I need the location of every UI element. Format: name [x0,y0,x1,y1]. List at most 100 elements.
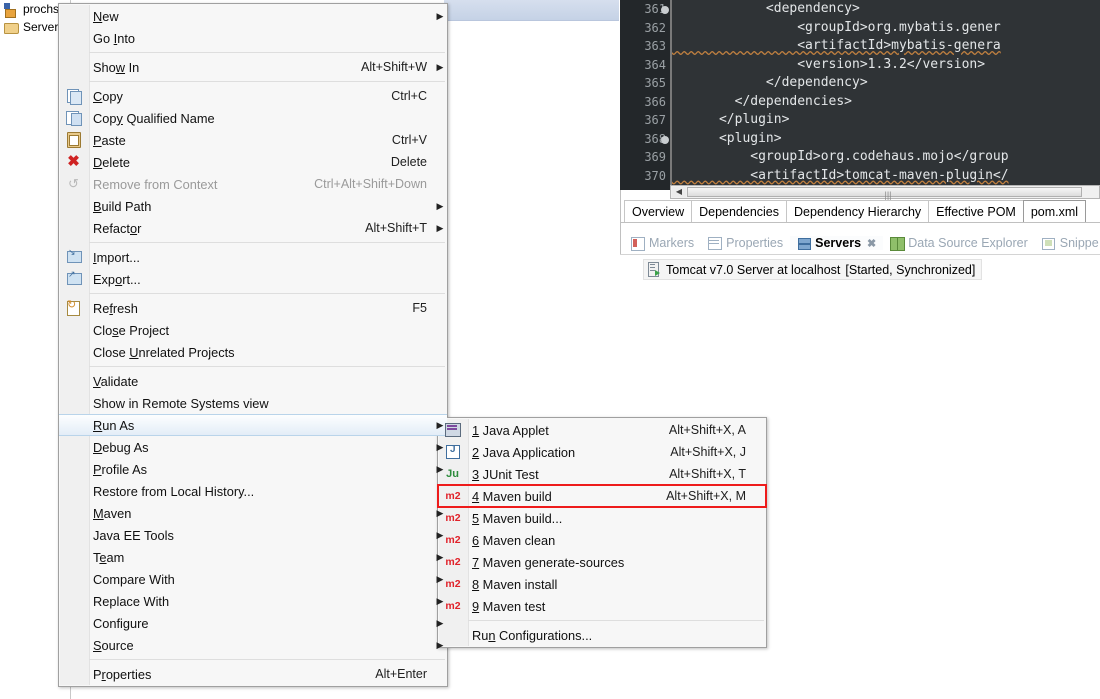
scrollbar-thumb[interactable]: ||| [687,187,1082,200]
menu-item-import[interactable]: Import... [59,246,447,268]
run-as-item-label: 4 Maven build [472,488,552,504]
line-number: 362 [644,20,666,35]
scroll-left-arrow-icon[interactable]: ◀ [672,187,686,197]
menu-item-label: Debug As [93,439,149,455]
tree-item-label: prochs [23,2,60,16]
view-tab-servers[interactable]: Servers ✖ [790,236,884,250]
run-as-item-maven-build[interactable]: m2 4 Maven build Alt+Shift+X, M [438,485,766,507]
page-tab-overview[interactable]: Overview [624,200,693,222]
view-tab-label: Servers [815,236,862,250]
menu-item-run-as[interactable]: Run As ▶ [59,414,447,436]
menu-item-no-icon [59,524,88,546]
code-line: <groupId>org.mybatis.gener [672,19,1001,35]
tabs-divider [620,222,1100,223]
java-applet-icon [438,419,467,441]
menu-separator [89,81,445,82]
menu-item-no-icon [59,341,88,363]
menu-item-label: Show in Remote Systems view [93,395,269,411]
menu-item-replace-with[interactable]: Replace With ▶ [59,590,447,612]
menu-item-label: Export... [93,271,141,287]
menu-item-restore-from-local-history[interactable]: Restore from Local History... [59,480,447,502]
menu-separator [468,620,764,621]
menu-item-debug-as[interactable]: Debug As ▶ [59,436,447,458]
view-tab-label: Data Source Explorer [908,236,1028,250]
editor-page-tabs[interactable]: Overview Dependencies Dependency Hierarchy… [624,200,1087,222]
menu-item-close-project[interactable]: Close Project [59,319,447,341]
run-as-item-maven-generate-sources[interactable]: m2 7 Maven generate-sources [438,551,766,573]
menu-item-go-into[interactable]: Go Into [59,27,447,49]
run-as-item-maven-install[interactable]: m2 8 Maven install [438,573,766,595]
menu-item-validate[interactable]: Validate [59,370,447,392]
page-tab-pom-xml[interactable]: pom.xml [1022,200,1087,222]
menu-item-delete[interactable]: Delete Delete [59,151,447,173]
menu-item-copy[interactable]: Copy Ctrl+C [59,85,447,107]
menu-item-show-in[interactable]: Show In Alt+Shift+W ▶ [59,56,447,78]
menu-item-compare-with[interactable]: Compare With ▶ [59,568,447,590]
run-as-submenu[interactable]: 1 Java Applet Alt+Shift+X, A 2 Java Applic… [437,417,767,648]
page-tab-effective-pom[interactable]: Effective POM [928,200,1024,222]
view-tab-markers[interactable]: Markers [624,236,701,251]
server-name-label: Tomcat v7.0 Server at localhost [666,262,841,277]
menu-item-refactor[interactable]: Refactor Alt+Shift+T ▶ [59,217,447,239]
code-fold-icon[interactable] [661,135,669,144]
line-number: 367 [644,113,666,127]
menu-item-maven[interactable]: Maven ▶ [59,502,447,524]
run-as-item-java-applet[interactable]: 1 Java Applet Alt+Shift+X, A [438,419,766,441]
view-tab-snippe[interactable]: Snippe [1035,236,1100,250]
menu-item-close-unrelated-projects[interactable]: Close Unrelated Projects [59,341,447,363]
menu-item-java-ee-tools[interactable]: Java EE Tools ▶ [59,524,447,546]
run-as-item-shortcut: Alt+Shift+X, A [668,423,746,437]
maven-m2-icon-label: m2 [445,490,461,502]
view-tab-data-source-explorer[interactable]: Data Source Explorer [883,236,1035,251]
menu-item-profile-as[interactable]: Profile As ▶ [59,458,447,480]
menu-item-refresh[interactable]: Refresh F5 [59,297,447,319]
run-as-item-run-configurations[interactable]: Run Configurations... [438,624,766,646]
menu-item-shortcut: Alt+Enter [375,667,427,681]
menu-item-paste[interactable]: Paste Ctrl+V [59,129,447,151]
close-icon[interactable]: ✖ [867,237,876,250]
menu-item-label: Team [93,549,125,565]
menu-item-new[interactable]: New ▶ [59,5,447,27]
menu-item-label: Close Unrelated Projects [93,344,235,360]
server-list-item[interactable]: Tomcat v7.0 Server at localhost [Started… [643,259,983,280]
menu-item-no-icon [59,392,88,414]
menu-item-configure[interactable]: Configure ▶ [59,612,447,634]
run-as-item-junit-test[interactable]: 3 JUnit Test Alt+Shift+X, T [438,463,766,485]
import-icon [59,246,88,268]
menu-item-label: Replace With [93,593,170,609]
page-tab-dependency-hierarchy[interactable]: Dependency Hierarchy [786,200,930,222]
view-tab-label: Properties [726,236,784,250]
menu-item-team[interactable]: Team ▶ [59,546,447,568]
page-tab-dependencies[interactable]: Dependencies [691,200,788,222]
menu-item-label: Refactor [93,220,142,236]
run-as-item-java-application[interactable]: 2 Java Application Alt+Shift+X, J [438,441,766,463]
menu-item-shortcut: Alt+Shift+W [361,60,427,74]
bottom-view-tabs[interactable]: Markers Properties Servers ✖ Data Source Exp… [624,232,1100,254]
menu-item-copy-qualified-name[interactable]: Copy Qualified Name [59,107,447,129]
run-as-item-maven-test[interactable]: m2 9 Maven test [438,595,766,617]
run-as-item-maven-build[interactable]: m2 5 Maven build... [438,507,766,529]
code-content[interactable]: <dependency> <groupId>org.mybatis.gener … [672,0,1100,190]
menu-item-remove-from-context: Remove from Context Ctrl+Alt+Shift+Down [59,173,447,195]
menu-item-shortcut: Delete [390,155,427,169]
code-fold-icon[interactable] [661,6,669,14]
run-as-item-label: 5 Maven build... [472,510,563,526]
remove-context-icon [59,173,88,195]
menu-item-build-path[interactable]: Build Path ▶ [59,195,447,217]
menu-item-export[interactable]: Export... [59,268,447,290]
menu-item-label: Paste [93,132,126,148]
page-tab-label: Overview [632,204,685,219]
view-tab-properties[interactable]: Properties [701,236,790,250]
editor-horizontal-scrollbar[interactable]: ◀ ||| [670,185,1100,200]
menu-item-show-in-remote-systems-view[interactable]: Show in Remote Systems view [59,392,447,414]
page-tab-label: pom.xml [1030,204,1079,219]
menu-item-source[interactable]: Source ▶ [59,634,447,656]
code-line: <artifactId>tomcat-maven-plugin</ [672,167,1009,183]
run-as-item-maven-clean[interactable]: m2 6 Maven clean [438,529,766,551]
code-line: <groupId>org.codehaus.mojo</group [672,149,1009,164]
context-menu[interactable]: New ▶ Go Into Show In Alt+Shift+W ▶ Copy Ctrl+C… [58,3,448,687]
page-tab-label: Dependency Hierarchy [794,204,922,219]
markers-icon [631,236,645,251]
pom-xml-editor[interactable]: 361 362 363 364 365 366 367 368 369 370 <dependen… [620,0,1100,190]
menu-item-properties[interactable]: Properties Alt+Enter [59,663,447,685]
